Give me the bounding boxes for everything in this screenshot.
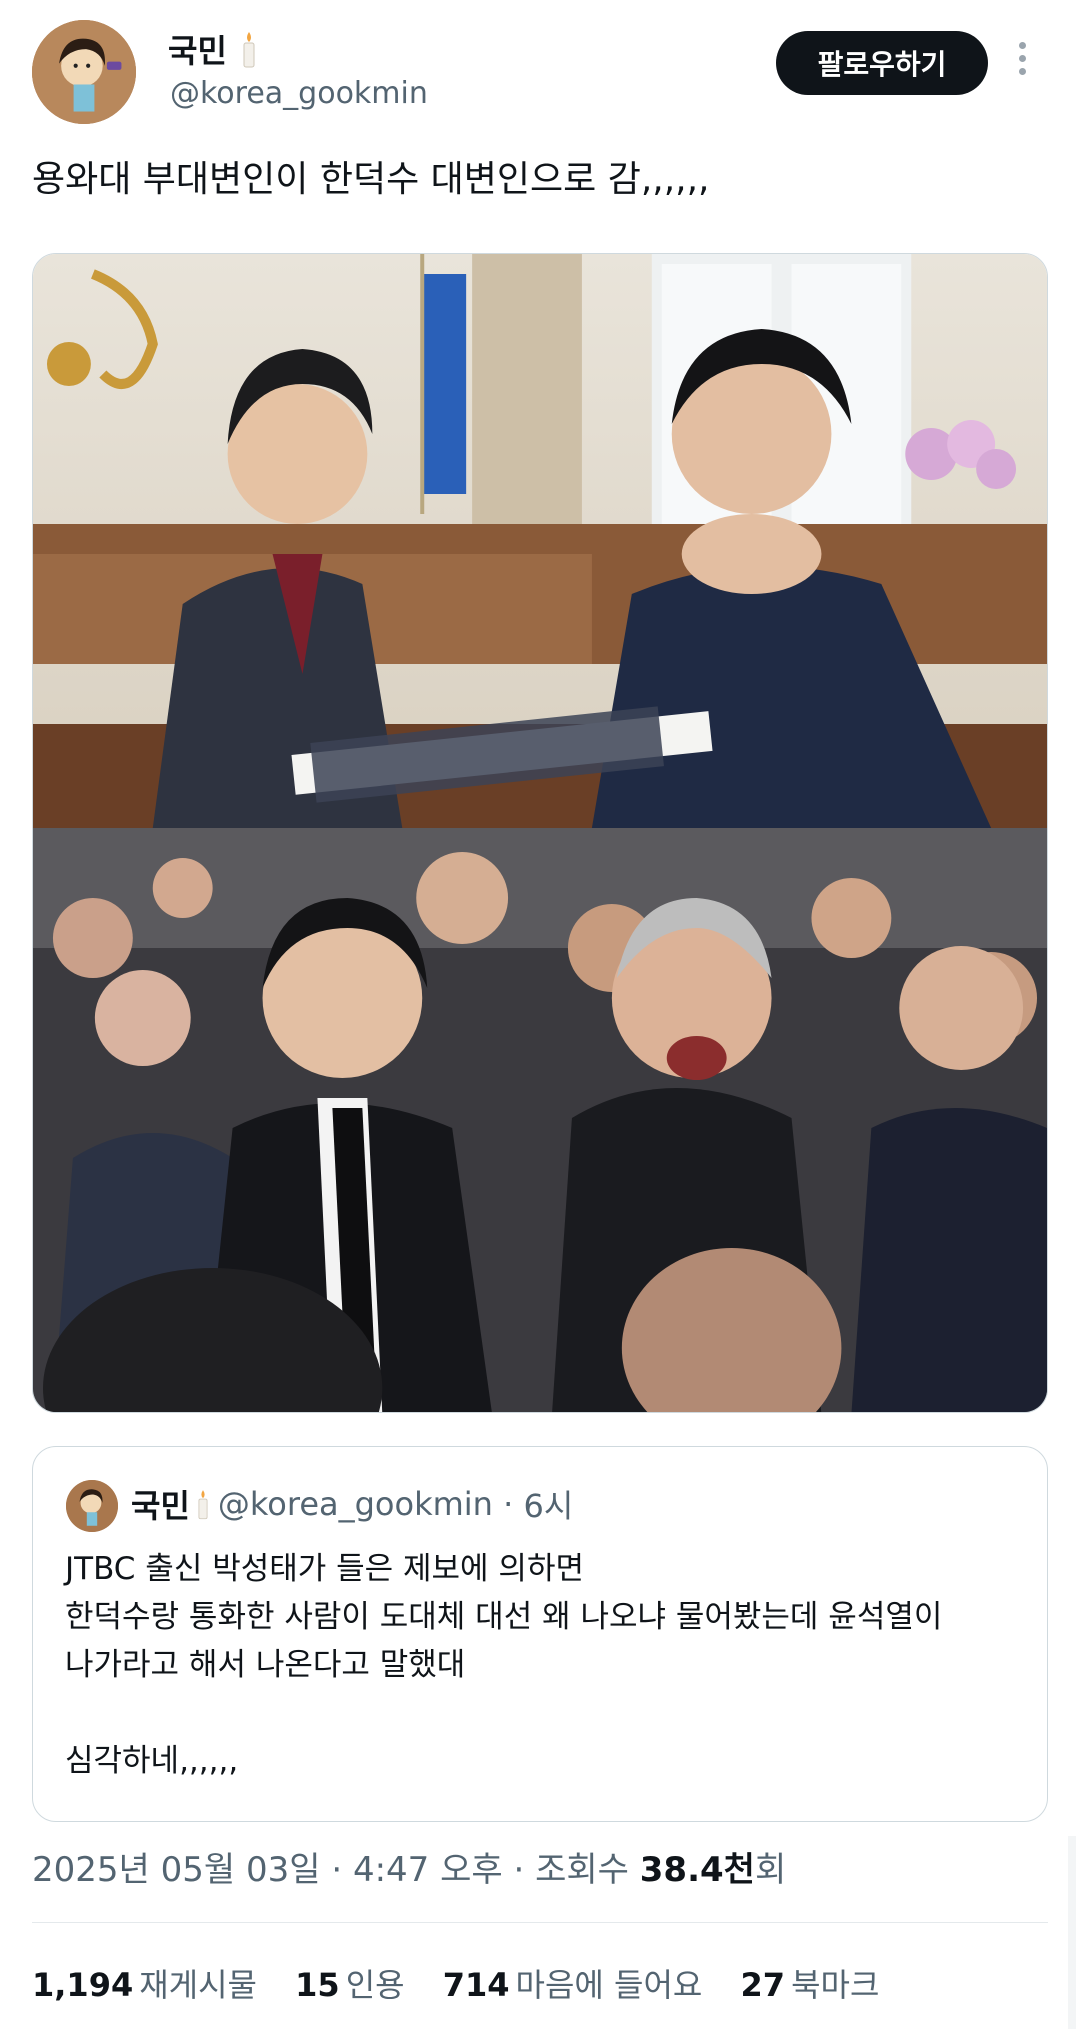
- reposts-count: 1,194: [32, 1966, 134, 2004]
- reposts-stat[interactable]: 1,194 재게시물: [32, 1960, 257, 2006]
- quoted-line: 나가라고 해서 나온다고 말했대: [65, 1647, 466, 1683]
- divider: [32, 1922, 1048, 1923]
- candle-icon: [238, 30, 260, 68]
- tweet-header: 국민 @korea_gookmin 팔로우하기: [32, 20, 1047, 124]
- likes-stat[interactable]: 714 마음에 들어요: [443, 1960, 703, 2006]
- author-avatar[interactable]: [32, 20, 136, 124]
- quoted-separator: ·: [503, 1485, 514, 1523]
- quoted-author-name: 국민: [131, 1487, 190, 1525]
- likes-count: 714: [442, 1966, 510, 2004]
- tweet-media[interactable]: [32, 253, 1048, 1413]
- bookmarks-stat[interactable]: 27 북마크: [741, 1960, 880, 2006]
- views-label: 조회수: [535, 1850, 629, 1890]
- reposts-label: 재게시물: [139, 1966, 257, 2004]
- quotes-stat[interactable]: 15 인용: [295, 1960, 404, 2006]
- bookmarks-count: 27: [740, 1966, 786, 2004]
- candle-icon: [194, 1487, 212, 1521]
- quoted-line: JTBC 출신 박성태가 들은 제보에 의하면: [65, 1551, 584, 1587]
- more-vertical-icon[interactable]: [1015, 42, 1029, 82]
- likes-label: 마음에 들어요: [515, 1966, 703, 2004]
- scrollbar[interactable]: [1068, 1836, 1076, 2029]
- photo-meeting[interactable]: [33, 254, 1047, 828]
- quoted-tweet[interactable]: 국민 @korea_gookmin · 6시 JTBC 출신 박성태가 들은 제보…: [32, 1446, 1048, 1822]
- follow-button[interactable]: 팔로우하기: [776, 31, 988, 95]
- quoted-line: 심각하네,,,,,,: [65, 1743, 239, 1779]
- bookmarks-label: 북마크: [791, 1966, 880, 2004]
- quoted-author-avatar: [66, 1480, 118, 1532]
- meta-separator: ·: [513, 1850, 525, 1890]
- photo-crowd[interactable]: [33, 828, 1047, 1412]
- meta-separator: ·: [331, 1850, 343, 1890]
- tweet-date[interactable]: 2025년 05월 03일: [32, 1850, 321, 1890]
- quoted-line: 한덕수랑 통화한 사람이 도대체 대선 왜 나오냐 물어봤는데 윤석열이: [65, 1599, 943, 1635]
- tweet-time[interactable]: 4:47 오후: [353, 1850, 503, 1890]
- quoted-line: [65, 1689, 942, 1737]
- quotes-label: 인용: [345, 1966, 405, 2004]
- tweet-meta: 2025년 05월 03일 · 4:47 오후 · 조회수 38.4천회: [32, 1842, 786, 1891]
- quotes-count: 15: [295, 1966, 340, 2004]
- author-name[interactable]: 국민: [168, 26, 227, 72]
- tweet-text: 용와대 부대변인이 한덕수 대변인으로 감,,,,,,: [32, 159, 710, 200]
- author-name-row: 국민: [168, 26, 260, 72]
- quoted-header: 국민 @korea_gookmin · 6시: [131, 1481, 573, 1527]
- engagement-stats: 1,194 재게시물 15 인용 714 마음에 들어요 27 북마크: [32, 1960, 907, 2006]
- quoted-text: JTBC 출신 박성태가 들은 제보에 의하면 한덕수랑 통화한 사람이 도대체…: [65, 1545, 942, 1785]
- views-suffix: 회: [754, 1850, 787, 1890]
- quoted-time: 6시: [523, 1487, 574, 1525]
- quoted-author-handle: @korea_gookmin: [217, 1485, 493, 1523]
- author-handle[interactable]: @korea_gookmin: [170, 76, 428, 111]
- views-count: 38.4천: [639, 1850, 755, 1890]
